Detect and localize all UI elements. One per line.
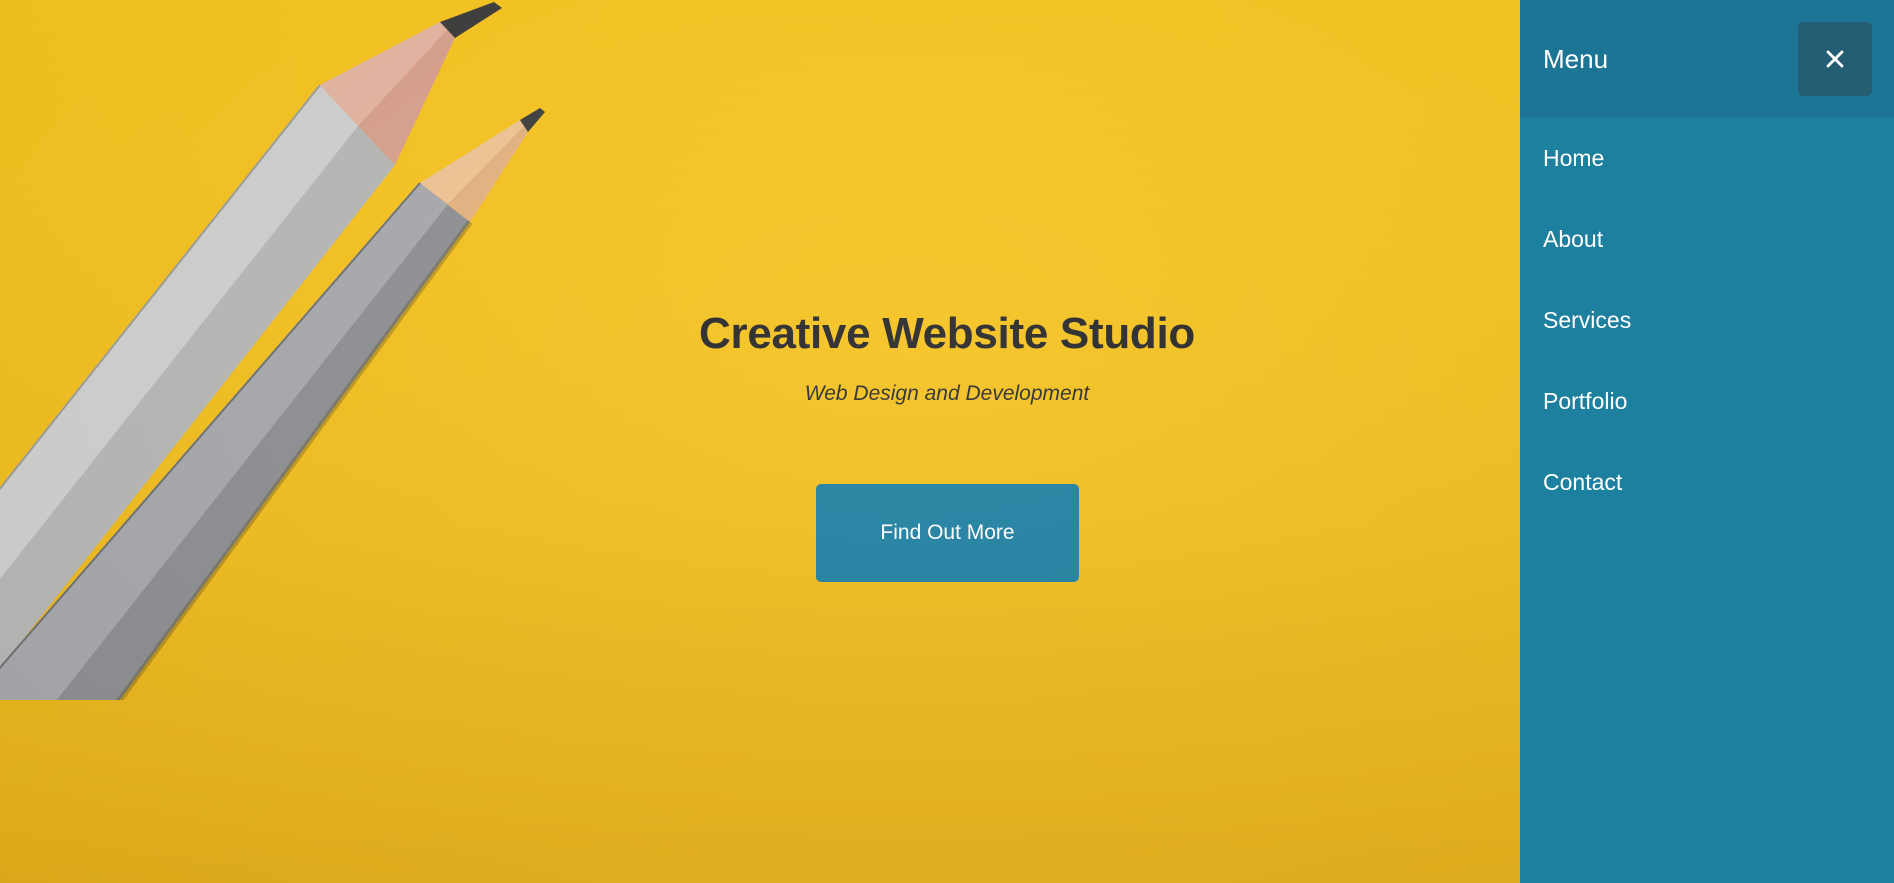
page: Creative Website Studio Web Design and D… bbox=[0, 0, 1894, 883]
sidebar-menu: Menu Home About Services Portfolio Conta… bbox=[1520, 0, 1894, 883]
sidebar-header: Menu bbox=[1520, 0, 1894, 118]
sidebar-item-portfolio[interactable]: Portfolio bbox=[1520, 361, 1894, 442]
sidebar-item-home[interactable]: Home bbox=[1520, 118, 1894, 199]
close-menu-button[interactable] bbox=[1798, 22, 1872, 96]
sidebar-item-contact[interactable]: Contact bbox=[1520, 442, 1894, 523]
find-out-more-button[interactable]: Find Out More bbox=[816, 484, 1079, 582]
sidebar-item-services[interactable]: Services bbox=[1520, 280, 1894, 361]
sidebar-title: Menu bbox=[1543, 44, 1609, 74]
sidebar-nav: Home About Services Portfolio Contact bbox=[1520, 118, 1894, 523]
close-icon bbox=[1826, 50, 1844, 68]
sidebar-item-about[interactable]: About bbox=[1520, 199, 1894, 280]
hero-section: Creative Website Studio Web Design and D… bbox=[0, 0, 1520, 883]
hero-subtitle: Web Design and Development bbox=[804, 382, 1090, 405]
hero-title: Creative Website Studio bbox=[699, 309, 1195, 358]
